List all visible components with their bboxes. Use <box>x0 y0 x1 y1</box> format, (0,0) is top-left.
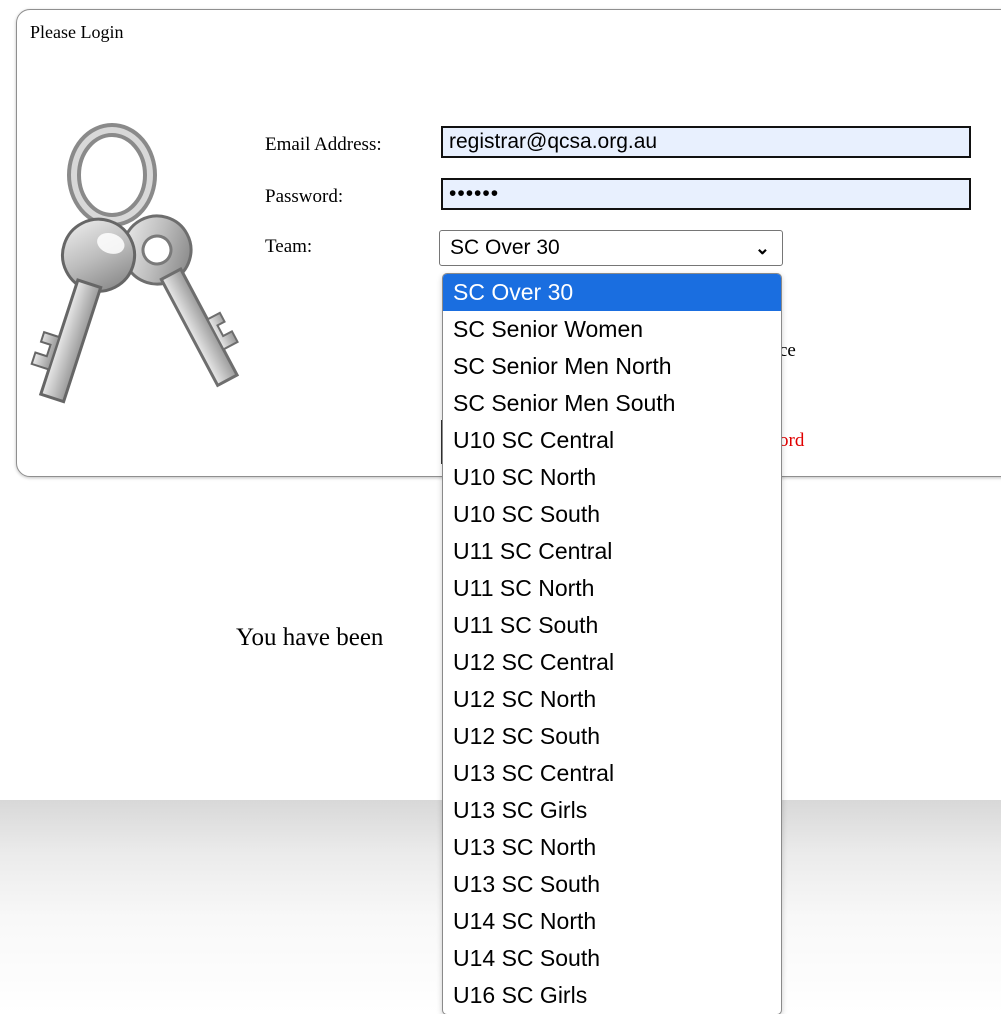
page: Please Login Email Address: Password: Te… <box>0 0 1001 1014</box>
team-option[interactable]: U14 SC South <box>443 940 781 977</box>
team-option[interactable]: U10 SC Central <box>443 422 781 459</box>
team-option[interactable]: U10 SC South <box>443 496 781 533</box>
team-option[interactable]: U11 SC Central <box>443 533 781 570</box>
logout-message-start: You have been <box>236 624 384 651</box>
team-option[interactable]: U13 SC North <box>443 829 781 866</box>
password-label: Password: <box>265 186 344 207</box>
team-option[interactable]: U12 SC North <box>443 681 781 718</box>
chevron-down-icon: ⌄ <box>754 238 770 258</box>
team-option[interactable]: U13 SC Central <box>443 755 781 792</box>
team-option[interactable]: U16 SC Girls <box>443 977 781 1014</box>
email-label: Email Address: <box>265 134 382 155</box>
team-select-value: SC Over 30 <box>450 236 560 259</box>
team-option[interactable]: U11 SC North <box>443 570 781 607</box>
email-field[interactable]: registrar@qcsa.org.au <box>441 126 971 158</box>
team-option[interactable]: U12 SC Central <box>443 644 781 681</box>
team-option[interactable]: SC Senior Men South <box>443 385 781 422</box>
team-option[interactable]: U11 SC South <box>443 607 781 644</box>
forgot-password-link-fragment[interactable]: ord <box>779 430 804 452</box>
team-dropdown-list[interactable]: SC Over 30 SC Senior Women SC Senior Men N… <box>442 273 782 1014</box>
team-label: Team: <box>265 236 313 257</box>
team-option[interactable]: U13 SC South <box>443 866 781 903</box>
team-option[interactable]: U10 SC North <box>443 459 781 496</box>
panel-title: Please Login <box>30 22 124 42</box>
keys-icon <box>30 123 240 404</box>
team-option[interactable]: SC Senior Men North <box>443 348 781 385</box>
password-field[interactable]: •••••• <box>441 178 971 210</box>
team-option[interactable]: U14 SC North <box>443 903 781 940</box>
team-option[interactable]: SC Over 30 <box>443 274 781 311</box>
team-option[interactable]: SC Senior Women <box>443 311 781 348</box>
team-option[interactable]: U13 SC Girls <box>443 792 781 829</box>
team-select[interactable]: SC Over 30 ⌄ <box>439 230 783 266</box>
team-option[interactable]: U12 SC South <box>443 718 781 755</box>
